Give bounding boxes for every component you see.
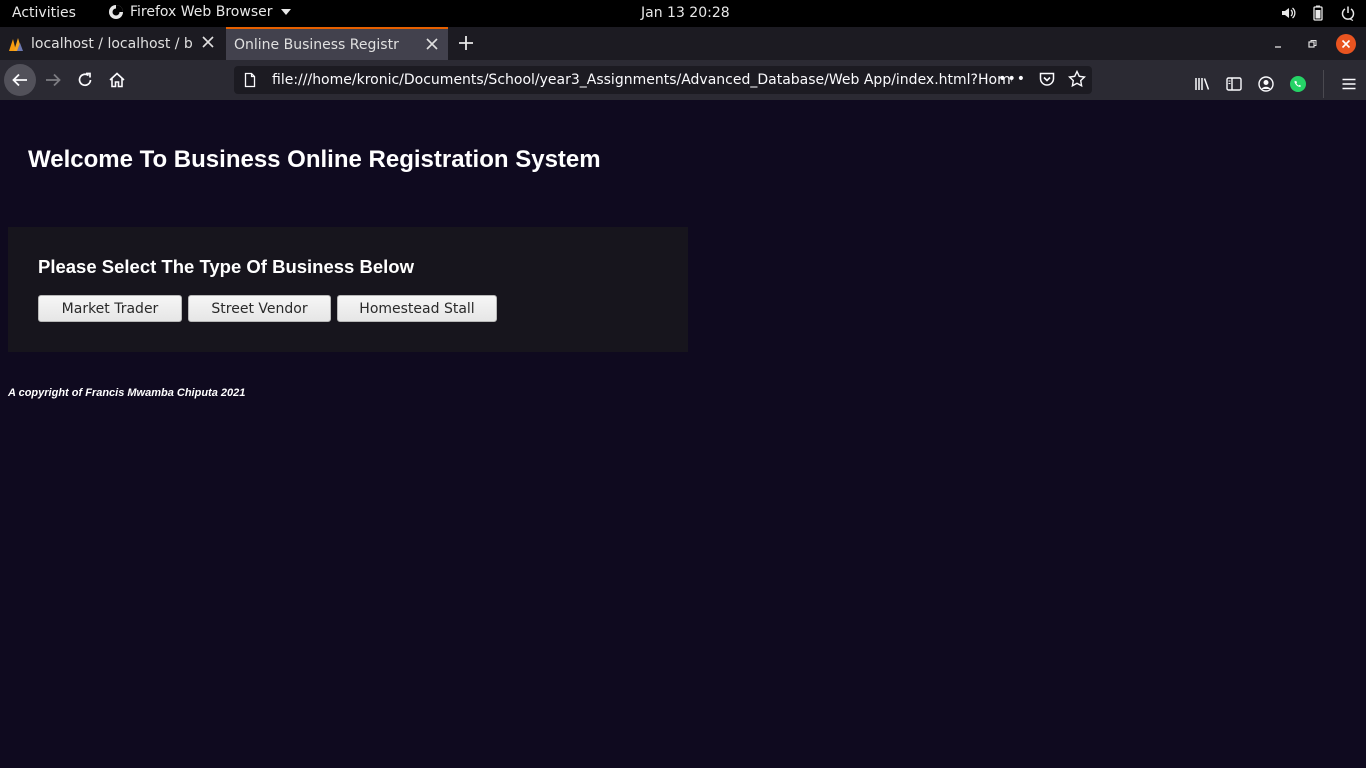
- system-tray[interactable]: [1280, 5, 1356, 21]
- toolbar-separator: [1323, 70, 1324, 98]
- street-vendor-button[interactable]: Street Vendor: [188, 295, 331, 322]
- close-window-button[interactable]: [1336, 27, 1356, 60]
- page-title: Welcome To Business Online Registration …: [28, 146, 601, 173]
- library-icon[interactable]: [1193, 75, 1211, 93]
- chevron-down-icon: [280, 9, 291, 15]
- app-menu[interactable]: Firefox Web Browser: [108, 4, 291, 20]
- hamburger-menu-icon[interactable]: [1340, 75, 1358, 93]
- app-menu-label: Firefox Web Browser: [130, 4, 273, 20]
- navigation-toolbar: file:///home/kronic/Documents/School/yea…: [0, 60, 1366, 100]
- account-icon[interactable]: [1257, 75, 1275, 93]
- copyright-footer: A copyright of Francis Mwamba Chiputa 20…: [8, 387, 246, 399]
- reload-button[interactable]: [69, 64, 101, 96]
- new-tab-icon[interactable]: [456, 33, 476, 53]
- market-trader-button[interactable]: Market Trader: [38, 295, 182, 322]
- close-icon[interactable]: [202, 36, 214, 48]
- tab-title: Online Business Registration: [234, 36, 399, 53]
- pocket-icon[interactable]: [1038, 70, 1056, 88]
- tab-title: localhost / localhost / business_registr…: [31, 35, 193, 52]
- toolbar-right: [1193, 70, 1358, 98]
- home-button[interactable]: [101, 64, 133, 96]
- arrow-left-icon: [12, 73, 27, 87]
- document-icon: [244, 72, 256, 88]
- url-actions: •••: [998, 70, 1086, 88]
- power-icon[interactable]: [1340, 5, 1356, 21]
- back-button[interactable]: [4, 64, 36, 96]
- minimize-icon: [1275, 45, 1281, 48]
- tab-online-business-registration[interactable]: Online Business Registration: [226, 27, 448, 60]
- forward-button[interactable]: [37, 64, 69, 96]
- business-type-panel: Please Select The Type Of Business Below…: [8, 227, 688, 352]
- url-bar[interactable]: file:///home/kronic/Documents/School/yea…: [234, 66, 1092, 94]
- activities-button[interactable]: Activities: [12, 5, 76, 21]
- url-text[interactable]: file:///home/kronic/Documents/School/yea…: [272, 72, 1012, 88]
- reload-icon: [78, 72, 92, 87]
- arrow-right-icon: [46, 73, 61, 87]
- close-icon[interactable]: [426, 38, 438, 50]
- battery-icon[interactable]: [1310, 5, 1326, 21]
- web-page: Welcome To Business Online Registration …: [0, 100, 1366, 768]
- panel-title: Please Select The Type Of Business Below: [38, 256, 414, 277]
- homestead-stall-button[interactable]: Homestead Stall: [337, 295, 497, 322]
- minimize-button[interactable]: [1272, 27, 1284, 60]
- page-actions-menu[interactable]: •••: [998, 71, 1026, 87]
- whatsapp-icon[interactable]: [1289, 75, 1307, 93]
- close-icon: [1336, 33, 1356, 54]
- restore-icon: [1308, 39, 1317, 48]
- tab-phpmyadmin[interactable]: localhost / localhost / business_registr…: [0, 27, 224, 60]
- maximize-button[interactable]: [1306, 27, 1318, 60]
- firefox-icon: [109, 5, 123, 19]
- system-top-bar: Activities Firefox Web Browser Jan 13 20…: [0, 0, 1366, 27]
- home-icon: [109, 72, 125, 88]
- volume-icon[interactable]: [1280, 5, 1296, 21]
- phpmyadmin-icon: [9, 37, 23, 51]
- bookmark-star-icon[interactable]: [1068, 70, 1086, 88]
- clock[interactable]: Jan 13 20:28: [641, 5, 730, 21]
- tab-strip: localhost / localhost / business_registr…: [0, 27, 1366, 60]
- business-type-buttons: Market Trader Street Vendor Homestead St…: [38, 295, 497, 322]
- sidebar-icon[interactable]: [1225, 75, 1243, 93]
